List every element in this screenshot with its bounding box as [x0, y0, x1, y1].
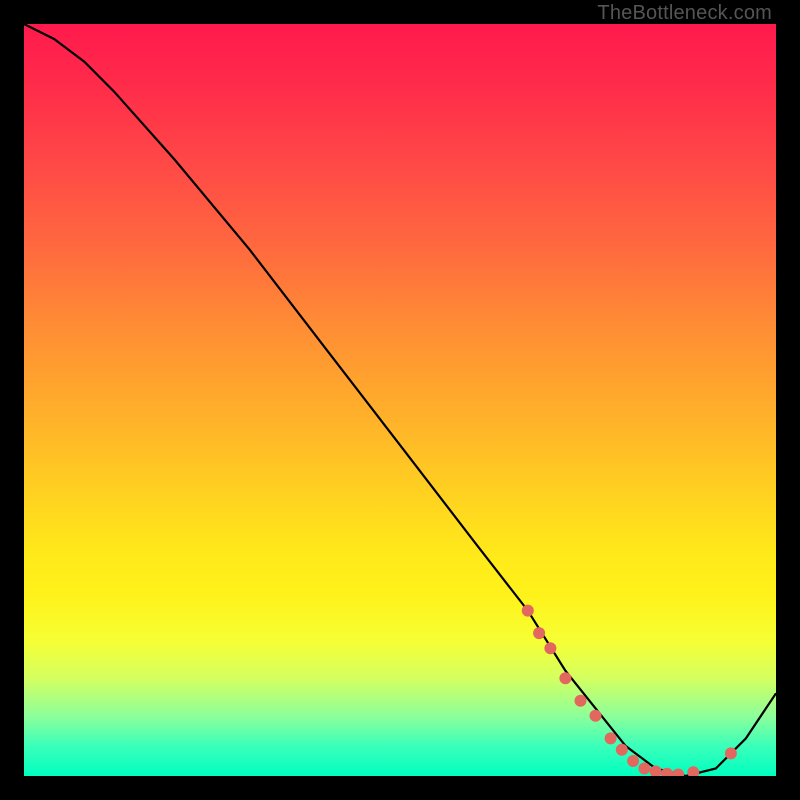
chart-marker-group [522, 605, 737, 776]
chart-marker [687, 766, 699, 776]
chart-marker [590, 710, 602, 722]
chart-curve [24, 24, 776, 776]
chart-marker [672, 769, 684, 777]
watermark-text: TheBottleneck.com [597, 2, 772, 25]
chart-marker [533, 627, 545, 639]
chart-marker [522, 605, 534, 617]
chart-marker [661, 768, 673, 776]
chart-marker [559, 672, 571, 684]
chart-marker [725, 747, 737, 759]
chart-marker [575, 695, 587, 707]
chart-plot-area [24, 24, 776, 776]
chart-marker [650, 766, 662, 777]
chart-marker [638, 763, 650, 775]
chart-marker [627, 755, 639, 767]
chart-svg [24, 24, 776, 776]
chart-marker [616, 744, 628, 756]
chart-marker [544, 642, 556, 654]
chart-marker [605, 732, 617, 744]
